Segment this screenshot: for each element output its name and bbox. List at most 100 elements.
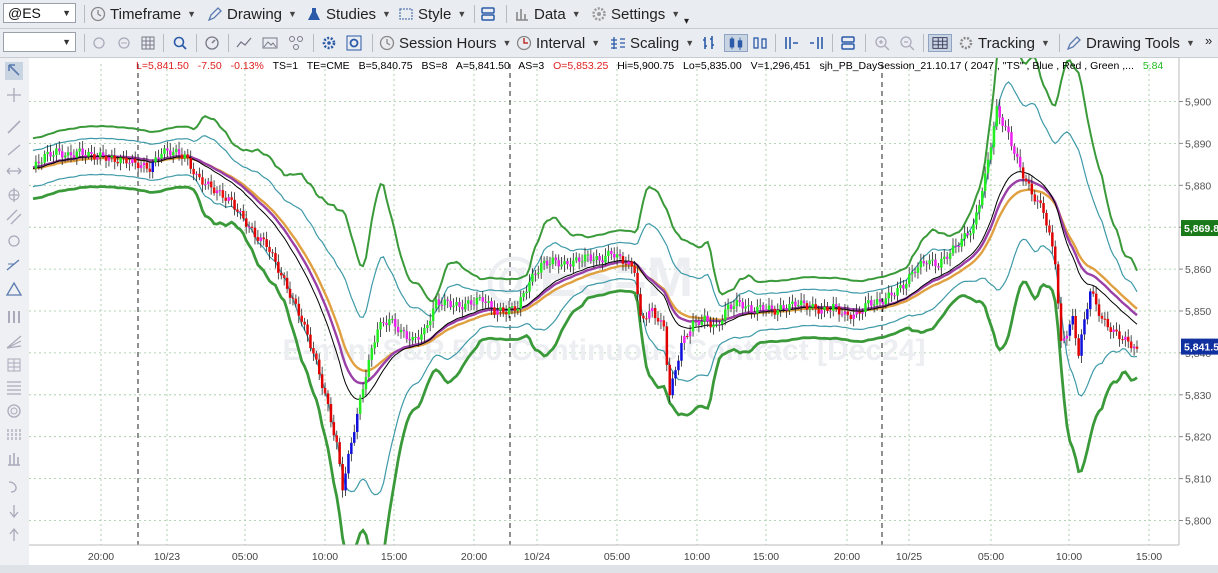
candle-body[interactable]: [379, 322, 382, 330]
overflow-icon[interactable]: »: [1205, 29, 1212, 51]
candle-body[interactable]: [87, 152, 90, 157]
data-window-icon[interactable]: [928, 34, 952, 52]
candle-body[interactable]: [236, 209, 239, 212]
candle-body[interactable]: [981, 191, 984, 206]
candle-body[interactable]: [496, 310, 499, 315]
candle-body[interactable]: [1103, 318, 1107, 320]
candle-body[interactable]: [484, 301, 488, 303]
symbol-combo[interactable]: @ES ▼: [3, 3, 76, 23]
candle-body[interactable]: [93, 154, 96, 160]
candle-body[interactable]: [1094, 293, 1098, 305]
candle-body[interactable]: [218, 190, 222, 192]
candle-body[interactable]: [896, 288, 899, 296]
candle-body[interactable]: [426, 325, 429, 329]
candle-body[interactable]: [1074, 316, 1077, 339]
candle-body[interactable]: [34, 161, 38, 169]
candle-body[interactable]: [107, 157, 111, 161]
candle-body[interactable]: [63, 155, 67, 158]
candle-body[interactable]: [703, 315, 707, 322]
candle-body[interactable]: [312, 348, 315, 354]
candle-body[interactable]: [840, 314, 844, 316]
timeframe-menu[interactable]: Timeframe ▼: [90, 3, 196, 25]
candle-body[interactable]: [145, 162, 149, 169]
candle-body[interactable]: [55, 148, 58, 156]
candle-body[interactable]: [642, 315, 645, 319]
candle-body[interactable]: [875, 299, 879, 305]
candle-body[interactable]: [969, 233, 972, 236]
candle-body[interactable]: [671, 378, 674, 396]
candle-body[interactable]: [513, 306, 517, 311]
candle-body[interactable]: [233, 199, 236, 210]
candle-body[interactable]: [69, 152, 73, 156]
candle-body[interactable]: [247, 226, 251, 228]
candle-body[interactable]: [826, 306, 829, 311]
candle-body[interactable]: [1027, 181, 1031, 184]
candle-body[interactable]: [49, 151, 52, 157]
chart-settings-icon[interactable]: [345, 34, 363, 52]
candle-body[interactable]: [364, 377, 368, 390]
candle-body[interactable]: [1036, 200, 1040, 202]
candle-body[interactable]: [893, 295, 896, 297]
candle-body[interactable]: [502, 307, 505, 313]
candle-body[interactable]: [837, 306, 841, 315]
candle-body[interactable]: [566, 261, 569, 265]
candle-body[interactable]: [948, 253, 952, 259]
candle-body[interactable]: [601, 260, 604, 263]
candle-body[interactable]: [680, 343, 683, 361]
cog-icon[interactable]: [320, 34, 338, 52]
candle-body[interactable]: [1083, 319, 1086, 335]
candle-body[interactable]: [294, 298, 298, 304]
candle-body[interactable]: [759, 305, 762, 307]
candle-body[interactable]: [134, 158, 137, 163]
candle-body[interactable]: [910, 271, 914, 275]
candle-body[interactable]: [636, 272, 639, 295]
candle-body[interactable]: [382, 322, 385, 324]
candle-body[interactable]: [245, 218, 248, 227]
candle-body[interactable]: [46, 151, 49, 155]
candle-body[interactable]: [592, 259, 596, 261]
candle-body[interactable]: [125, 157, 128, 164]
triangle-icon[interactable]: [5, 280, 23, 298]
candle-body[interactable]: [493, 307, 496, 315]
candle-body[interactable]: [1080, 334, 1083, 356]
candle-body[interactable]: [653, 308, 657, 318]
candle-body[interactable]: [995, 106, 999, 127]
candle-body[interactable]: [224, 197, 228, 201]
candle-body[interactable]: [277, 261, 280, 273]
candle-body[interactable]: [852, 314, 856, 319]
candle-body[interactable]: [90, 152, 93, 154]
candle-body[interactable]: [563, 261, 566, 265]
horizontal-line-icon[interactable]: [5, 162, 23, 180]
candle-body[interactable]: [735, 300, 739, 307]
candle-body[interactable]: [455, 302, 458, 306]
candle-body[interactable]: [554, 257, 558, 261]
candle-body[interactable]: [268, 246, 271, 253]
candle-body[interactable]: [326, 393, 330, 405]
curve-icon[interactable]: [5, 478, 23, 496]
candle-body[interactable]: [770, 305, 774, 309]
candle-body[interactable]: [347, 453, 350, 474]
candle-body[interactable]: [1024, 178, 1028, 182]
candle-body[interactable]: [139, 165, 143, 169]
candle-body[interactable]: [595, 256, 599, 260]
candle-body[interactable]: [1004, 125, 1007, 127]
candle-body[interactable]: [1013, 146, 1016, 154]
candle-body[interactable]: [353, 432, 356, 443]
candle-body[interactable]: [864, 303, 867, 312]
candle-body[interactable]: [148, 168, 152, 172]
style-menu[interactable]: Style ▼: [398, 3, 466, 25]
zoom-fit-icon[interactable]: [115, 34, 133, 52]
candle-body[interactable]: [434, 299, 438, 309]
candle-body[interactable]: [537, 272, 540, 275]
candle-body[interactable]: [431, 308, 435, 321]
interval-menu[interactable]: Interval ▼: [516, 32, 600, 54]
candle-body[interactable]: [104, 155, 108, 161]
candle-body[interactable]: [1054, 246, 1057, 265]
candle-body[interactable]: [607, 250, 610, 256]
candle-body[interactable]: [726, 304, 730, 310]
fibonacci-icon[interactable]: [5, 378, 23, 396]
candle-body[interactable]: [172, 152, 175, 156]
candle-body[interactable]: [665, 326, 669, 365]
candle-body[interactable]: [163, 148, 166, 154]
candle-body[interactable]: [265, 239, 268, 247]
